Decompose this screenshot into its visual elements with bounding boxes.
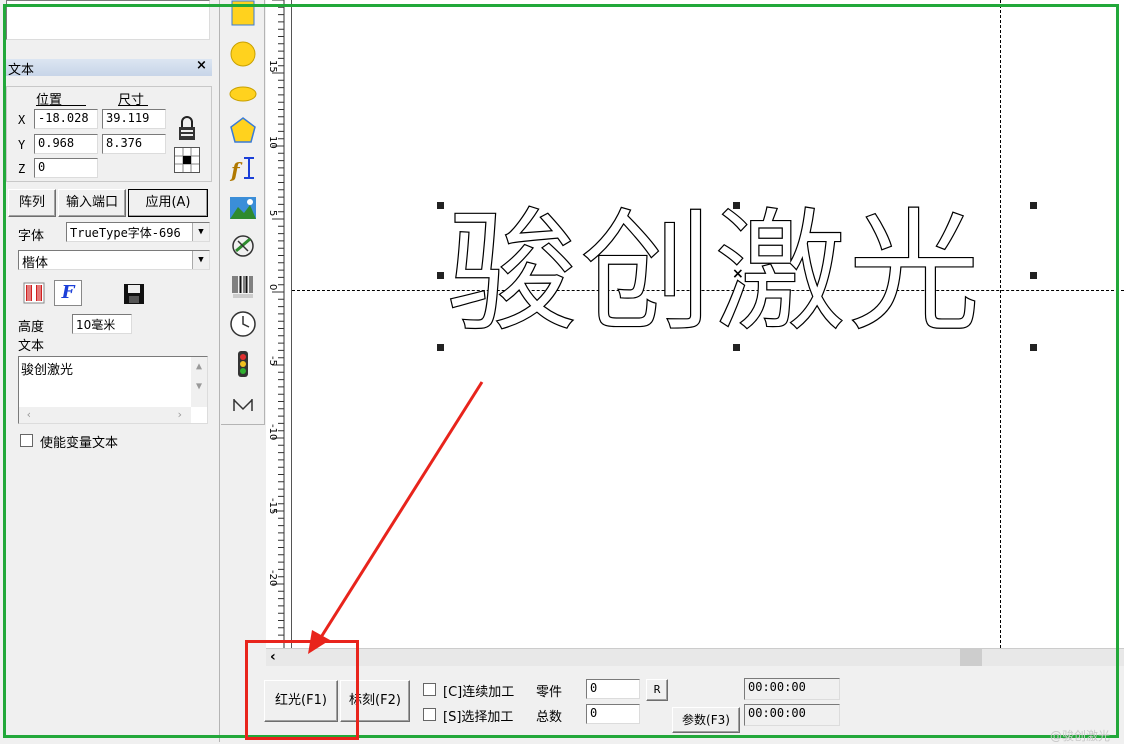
bitmap-tool-icon[interactable] (221, 190, 265, 226)
chevron-down-icon[interactable]: ▼ (192, 251, 209, 269)
total-label: 总数 (536, 710, 563, 725)
vector-file-tool-icon[interactable] (221, 228, 265, 264)
barcode-tool-icon[interactable] (221, 268, 265, 304)
shx-font-icon[interactable]: F (54, 280, 82, 306)
total-count-field[interactable]: 0 (586, 704, 640, 724)
font-type-select[interactable]: TrueType字体-696 ▼ (66, 222, 210, 242)
select-process-label: [S]选择加工 (443, 710, 514, 725)
text-content-value: 骏创激光 (21, 363, 74, 378)
selection-handle[interactable] (1030, 344, 1037, 351)
scroll-left-icon[interactable]: ‹ (270, 649, 276, 665)
text-height-field[interactable]: 10毫米 (72, 314, 132, 334)
font-label: 字体 (18, 229, 45, 244)
textarea-vertical-scrollbar[interactable]: ▲ ▼ (191, 357, 207, 407)
ruler-label: -20 (267, 570, 278, 587)
design-canvas[interactable]: 15 10 5 0 -5 -10 -15 -20 骏创激光 × (266, 0, 1124, 648)
text-label: 文本 (18, 339, 45, 354)
delay-tool-icon[interactable] (221, 386, 265, 422)
reset-count-button[interactable]: R (646, 679, 668, 701)
canvas-horizontal-scrollbar[interactable]: ‹ (266, 648, 1124, 666)
selection-handle[interactable] (1030, 202, 1037, 209)
text-tool-icon[interactable]: f (221, 150, 265, 186)
anchor-grid-icon[interactable] (174, 147, 200, 173)
polygon-tool-icon[interactable] (221, 112, 265, 148)
continuous-process-label: [C]连续加工 (443, 685, 515, 700)
true-type-font-icon[interactable] (22, 280, 46, 306)
parts-label: 零件 (536, 685, 563, 700)
ruler-label: 5 (267, 210, 278, 217)
panel-title: 文本 (8, 63, 35, 78)
ruler-label: -15 (267, 498, 278, 515)
y-position-field[interactable]: 0.968 (34, 134, 98, 154)
chevron-down-icon[interactable]: ▼ (192, 223, 209, 241)
ruler-label: 10 (267, 136, 278, 149)
y-label: Y (18, 138, 26, 152)
ruler-label: -5 (267, 356, 278, 366)
panel-title-bar: 文本 × (6, 58, 212, 78)
red-light-button[interactable]: 红光(F1) (264, 680, 338, 722)
apply-button[interactable]: 应用(A) (128, 189, 208, 217)
text-content-area[interactable]: 骏创激光 ▲ ▼ ‹ › (18, 356, 208, 424)
vertical-ruler: 15 10 5 0 -5 -10 -15 -20 (266, 0, 292, 648)
clock-tool-icon[interactable] (221, 306, 265, 342)
continuous-process-checkbox[interactable] (423, 683, 436, 696)
rectangle-tool-icon[interactable] (221, 0, 265, 32)
lock-icon[interactable] (174, 114, 200, 144)
selection-handle[interactable] (437, 344, 444, 351)
svg-text:f: f (229, 158, 243, 182)
selection-handle[interactable] (733, 344, 740, 351)
parts-count-field[interactable]: 0 (586, 679, 640, 699)
ellipse-tool-icon[interactable] (221, 76, 265, 112)
z-label: Z (18, 162, 26, 176)
draw-toolbar: f (221, 0, 265, 425)
top-list-box[interactable] (6, 0, 210, 40)
watermark: @骏创激光 (1050, 729, 1111, 743)
elapsed-time-field: 00:00:00 (744, 678, 840, 700)
ruler-label: 15 (267, 60, 278, 73)
x-position-field[interactable]: -18.028 (34, 109, 98, 129)
height-label: 高度 (18, 320, 45, 335)
selection-handle[interactable] (437, 272, 444, 279)
variable-text-checkbox[interactable] (20, 434, 33, 447)
textarea-horizontal-scrollbar[interactable]: ‹ › (19, 407, 191, 423)
z-position-field[interactable]: 0 (34, 158, 98, 178)
font-name-select[interactable]: 楷体 ▼ (18, 250, 210, 270)
width-field[interactable]: 39.119 (102, 109, 166, 129)
font-type-value: TrueType字体-696 (70, 226, 181, 240)
array-button[interactable]: 阵列 (8, 189, 56, 217)
selection-handle[interactable] (437, 202, 444, 209)
parameters-button[interactable]: 参数(F3) (672, 707, 740, 733)
total-time-field: 00:00:00 (744, 704, 840, 726)
property-panel: 文本 × 位置 尺寸 X -18.028 39.119 Y 0.968 8.37… (0, 0, 220, 742)
x-label: X (18, 113, 26, 127)
input-port-button[interactable]: 输入端口 (58, 189, 126, 217)
ruler-label: -10 (267, 424, 278, 441)
circle-tool-icon[interactable] (221, 36, 265, 72)
ruler-label: 0 (267, 284, 278, 291)
save-font-icon[interactable] (122, 282, 146, 306)
io-signal-tool-icon[interactable] (221, 346, 265, 382)
select-process-checkbox[interactable] (423, 708, 436, 721)
panel-close-icon[interactable]: × (196, 58, 207, 73)
height-size-field[interactable]: 8.376 (102, 134, 166, 154)
scroll-thumb[interactable] (960, 649, 982, 666)
mark-button[interactable]: 标刻(F2) (340, 680, 410, 722)
variable-text-label: 使能变量文本 (40, 436, 119, 451)
font-name-value: 楷体 (22, 256, 49, 270)
selection-handle[interactable] (1030, 272, 1037, 279)
center-marker-icon: × (732, 266, 744, 282)
selection-handle[interactable] (733, 202, 740, 209)
